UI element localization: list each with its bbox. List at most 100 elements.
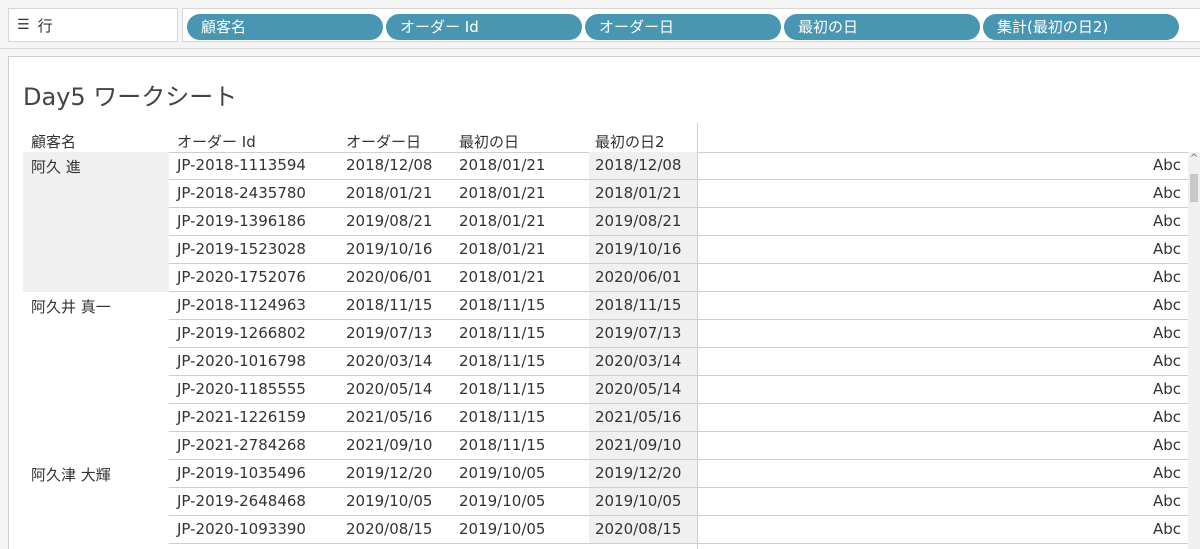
order-date-cell[interactable]: 2019/12/20 (346, 464, 432, 482)
table-row[interactable]: JP-2020-1185555 2020/05/14 2018/11/15 2020/… (9, 376, 1193, 404)
table-row[interactable]: JP-2019-1396186 2019/08/21 2018/01/21 2019/… (9, 208, 1193, 236)
order-id-cell[interactable]: JP-2019-1035496 (177, 464, 306, 482)
order-date-cell[interactable]: 2021/09/10 (346, 436, 432, 454)
abc-cell[interactable]: Abc (1153, 184, 1181, 202)
abc-cell[interactable]: Abc (1153, 380, 1181, 398)
table-row[interactable]: JP-2018-2435780 2018/01/21 2018/01/21 2018/… (9, 180, 1193, 208)
rows-icon: ☰ (17, 17, 30, 33)
first-date-cell[interactable]: 2019/10/05 (459, 464, 545, 482)
order-id-cell[interactable]: JP-2020-1093390 (177, 520, 306, 538)
scroll-up-icon[interactable]: ^ (1188, 152, 1200, 166)
table-row[interactable]: JP-2018-1113594 2018/12/08 2018/01/21 2018/… (9, 152, 1193, 180)
first-date-cell[interactable]: 2018/01/21 (459, 212, 545, 230)
scroll-thumb[interactable] (1190, 174, 1198, 202)
abc-cell[interactable]: Abc (1153, 324, 1181, 342)
rows-shelf-area[interactable]: 顧客名 オーダー Id オーダー日 最初の日 集計(最初の日2) (182, 8, 1200, 42)
table-row[interactable]: JP-2020-1752076 2020/06/01 2018/01/21 2020/… (9, 264, 1193, 292)
first-date-cell[interactable]: 2018/01/21 (459, 240, 545, 258)
table-row[interactable]: JP-2021-2784268 2021/09/10 2018/11/15 2021/… (9, 432, 1193, 460)
first-date2-cell[interactable]: 2021/09/10 (595, 436, 681, 454)
order-date-cell[interactable]: 2021/05/16 (346, 408, 432, 426)
header-order-date[interactable]: オーダー日 (346, 131, 421, 152)
first-date2-cell[interactable]: 2018/01/21 (595, 184, 681, 202)
table-row[interactable]: JP-2019-1035496 2019/12/20 2019/10/05 2019/… (9, 460, 1193, 488)
order-id-cell[interactable]: JP-2021-1226159 (177, 408, 306, 426)
order-date-cell[interactable]: 2018/01/21 (346, 184, 432, 202)
order-id-cell[interactable]: JP-2019-1523028 (177, 240, 306, 258)
vertical-scrollbar[interactable]: ^ (1188, 152, 1200, 549)
first-date-cell[interactable]: 2019/10/05 (459, 492, 545, 510)
first-date2-cell[interactable]: 2020/03/14 (595, 352, 681, 370)
order-id-cell[interactable]: JP-2019-1396186 (177, 212, 306, 230)
order-id-cell[interactable]: JP-2018-1124963 (177, 296, 306, 314)
order-date-cell[interactable]: 2019/10/16 (346, 240, 432, 258)
header-customer-name[interactable]: 顧客名 (31, 131, 76, 152)
order-date-cell[interactable]: 2019/10/05 (346, 492, 432, 510)
abc-cell[interactable]: Abc (1153, 240, 1181, 258)
rows-shelf: ☰ 行 顧客名 オーダー Id オーダー日 最初の日 集計(最初の日2) (0, 0, 1200, 49)
first-date2-cell[interactable]: 2019/08/21 (595, 212, 681, 230)
abc-cell[interactable]: Abc (1153, 520, 1181, 538)
table-row[interactable]: JP-2019-2648468 2019/10/05 2019/10/05 2019/… (9, 488, 1193, 516)
order-id-cell[interactable]: JP-2019-2648468 (177, 492, 306, 510)
abc-cell[interactable]: Abc (1153, 436, 1181, 454)
first-date2-cell[interactable]: 2020/05/14 (595, 380, 681, 398)
first-date2-cell[interactable]: 2019/10/16 (595, 240, 681, 258)
order-date-cell[interactable]: 2020/05/14 (346, 380, 432, 398)
order-id-cell[interactable]: JP-2018-1113594 (177, 156, 306, 174)
first-date-cell[interactable]: 2018/01/21 (459, 184, 545, 202)
order-date-cell[interactable]: 2020/08/15 (346, 520, 432, 538)
pill-order-date[interactable]: オーダー日 (585, 14, 781, 40)
first-date-cell[interactable]: 2018/11/15 (459, 380, 545, 398)
first-date-cell[interactable]: 2018/11/15 (459, 352, 545, 370)
order-date-cell[interactable]: 2019/08/21 (346, 212, 432, 230)
abc-cell[interactable]: Abc (1153, 156, 1181, 174)
order-id-cell[interactable]: JP-2018-2435780 (177, 184, 306, 202)
order-date-cell[interactable]: 2018/11/15 (346, 296, 432, 314)
order-id-cell[interactable]: JP-2021-2784268 (177, 436, 306, 454)
header-first-date[interactable]: 最初の日 (459, 131, 519, 152)
first-date2-cell[interactable]: 2018/12/08 (595, 156, 681, 174)
abc-cell[interactable]: Abc (1153, 296, 1181, 314)
header-order-id[interactable]: オーダー Id (177, 131, 256, 152)
abc-cell[interactable]: Abc (1153, 408, 1181, 426)
table-row[interactable]: JP-2019-1266802 2019/07/13 2018/11/15 2019/… (9, 320, 1193, 348)
abc-cell[interactable]: Abc (1153, 464, 1181, 482)
table-row[interactable]: JP-2020-1093390 2020/08/15 2019/10/05 2020/… (9, 516, 1193, 544)
order-id-cell[interactable]: JP-2020-1752076 (177, 268, 306, 286)
order-id-cell[interactable]: JP-2020-1185555 (177, 380, 306, 398)
pill-sum-first-date2[interactable]: 集計(最初の日2) (983, 14, 1179, 40)
first-date-cell[interactable]: 2019/10/05 (459, 520, 545, 538)
order-date-cell[interactable]: 2020/03/14 (346, 352, 432, 370)
first-date-cell[interactable]: 2018/11/15 (459, 408, 545, 426)
first-date-cell[interactable]: 2018/01/21 (459, 268, 545, 286)
first-date2-cell[interactable]: 2020/08/15 (595, 520, 681, 538)
order-date-cell[interactable]: 2018/12/08 (346, 156, 432, 174)
first-date-cell[interactable]: 2018/01/21 (459, 156, 545, 174)
abc-cell[interactable]: Abc (1153, 352, 1181, 370)
first-date2-cell[interactable]: 2018/11/15 (595, 296, 681, 314)
table-row[interactable]: JP-2020-1016798 2020/03/14 2018/11/15 2020/… (9, 348, 1193, 376)
first-date-cell[interactable]: 2018/11/15 (459, 296, 545, 314)
table-row[interactable]: JP-2018-1124963 2018/11/15 2018/11/15 2018/… (9, 292, 1193, 320)
table-row[interactable]: JP-2021-1226159 2021/05/16 2018/11/15 2021/… (9, 404, 1193, 432)
first-date2-cell[interactable]: 2019/12/20 (595, 464, 681, 482)
abc-cell[interactable]: Abc (1153, 212, 1181, 230)
pill-first-date[interactable]: 最初の日 (784, 14, 980, 40)
first-date2-cell[interactable]: 2019/10/05 (595, 492, 681, 510)
first-date2-cell[interactable]: 2020/06/01 (595, 268, 681, 286)
first-date2-cell[interactable]: 2019/07/13 (595, 324, 681, 342)
order-date-cell[interactable]: 2019/07/13 (346, 324, 432, 342)
header-first-date2[interactable]: 最初の日2 (595, 131, 665, 152)
abc-cell[interactable]: Abc (1153, 492, 1181, 510)
order-id-cell[interactable]: JP-2020-1016798 (177, 352, 306, 370)
pill-order-id[interactable]: オーダー Id (386, 14, 582, 40)
first-date-cell[interactable]: 2018/11/15 (459, 324, 545, 342)
order-date-cell[interactable]: 2020/06/01 (346, 268, 432, 286)
table-row[interactable]: JP-2019-1523028 2019/10/16 2018/01/21 2019/… (9, 236, 1193, 264)
abc-cell[interactable]: Abc (1153, 268, 1181, 286)
order-id-cell[interactable]: JP-2019-1266802 (177, 324, 306, 342)
pill-customer-name[interactable]: 顧客名 (187, 14, 383, 40)
first-date2-cell[interactable]: 2021/05/16 (595, 408, 681, 426)
first-date-cell[interactable]: 2018/11/15 (459, 436, 545, 454)
